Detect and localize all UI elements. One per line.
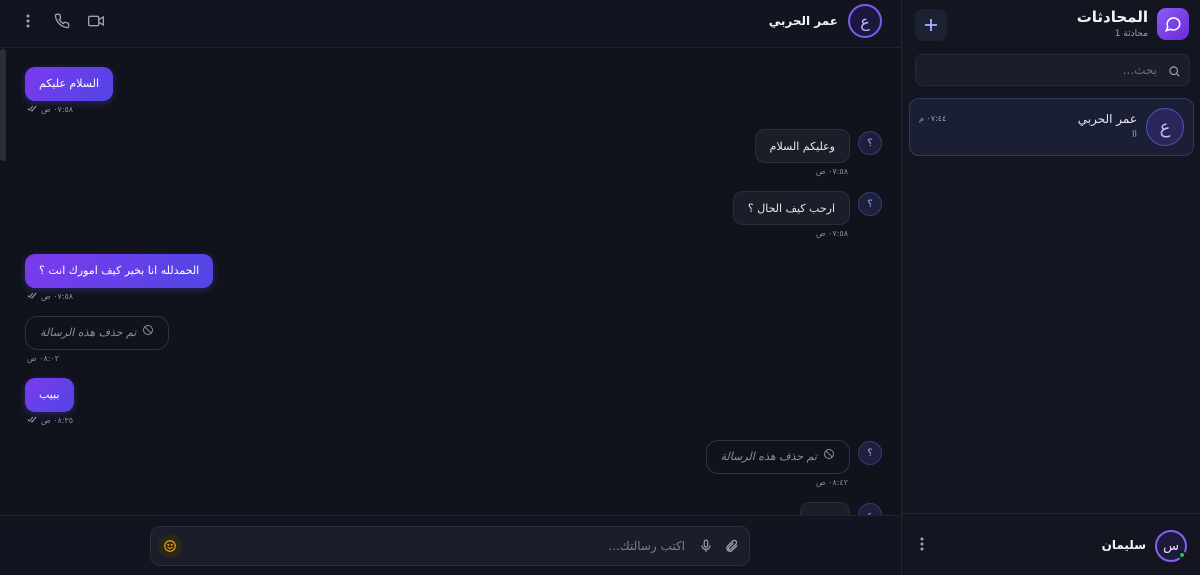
video-call-icon[interactable] (88, 12, 104, 30)
message-meta: ٠٧:٥٨ ص (27, 105, 73, 114)
search-input[interactable] (926, 55, 1157, 85)
conversation-item[interactable]: ع عمر الحربي اا ٠٧:٤٤ م (909, 98, 1194, 156)
read-receipt-icon (27, 105, 37, 114)
message-outgoing[interactable]: الحمدلله انا بخير كيف امورك انت ؟ (25, 254, 214, 288)
message-time: ٠٨:٠٢ ص (27, 354, 60, 363)
deleted-message-text: تم حذف هذه الرسالة (40, 326, 137, 339)
plus-icon (925, 19, 937, 31)
read-receipt-icon (27, 292, 37, 301)
current-user-bar: س سليمان (902, 513, 1200, 575)
message-time: ٠٧:٥٨ ص (41, 105, 74, 114)
message-time: ٠٧:٥٨ ص (815, 167, 848, 176)
sender-avatar: ؟ (858, 192, 882, 216)
message-time: ٠٨:٤٢ ص (815, 478, 848, 487)
chat-panel: ع عمر الحربي السلام عليكم ٠٧:٥٨ ص ؟ وعلي… (0, 0, 901, 575)
deleted-message[interactable]: تم حذف هذه الرسالة (705, 440, 850, 474)
conversation-count: 1 محادثة (1114, 29, 1148, 39)
conversations-sidebar: المحادثات 1 محادثة ع عمر الحربي اا ٠٧:٤٤… (901, 0, 1200, 575)
microphone-icon[interactable] (699, 538, 713, 558)
message-incoming[interactable]: ارحب كيف الحال ؟ (732, 191, 850, 225)
message-time: ٠٨:٣٥ ص (41, 416, 74, 425)
online-status-indicator (1178, 551, 1186, 559)
deleted-message-text: تم حذف هذه الرسالة (720, 450, 817, 463)
message-incoming[interactable]: وعليكم السلام (754, 129, 850, 163)
composer-bar (0, 515, 901, 575)
more-options-icon[interactable] (20, 12, 36, 30)
blocked-icon (142, 316, 154, 350)
conversation-name: عمر الحربي (1077, 112, 1137, 126)
conversation-time: ٠٧:٤٤ م (919, 114, 947, 123)
sidebar-title: المحادثات (1076, 8, 1148, 26)
search-icon (1168, 63, 1181, 82)
message-outgoing[interactable]: ببيب (25, 378, 74, 412)
message-meta: ٠٧:٥٨ ص (27, 292, 73, 301)
contact-avatar[interactable]: ع (848, 4, 882, 38)
message-incoming[interactable] (800, 502, 850, 515)
sidebar-header: المحادثات 1 محادثة (902, 0, 1200, 50)
chat-header: ع عمر الحربي (0, 0, 901, 48)
phone-call-icon[interactable] (54, 12, 70, 30)
read-receipt-icon (27, 416, 37, 425)
sender-avatar: ع (858, 503, 882, 515)
chat-header-actions (20, 12, 104, 30)
avatar: ع (1146, 108, 1184, 146)
sender-avatar: ؟ (858, 131, 882, 155)
contact-name[interactable]: عمر الحربي (769, 14, 838, 28)
message-composer (150, 526, 750, 566)
emoji-icon[interactable] (158, 534, 182, 558)
user-name: سليمان (1101, 538, 1146, 552)
blocked-icon (823, 440, 835, 474)
new-conversation-button[interactable] (915, 9, 947, 41)
message-input[interactable] (197, 527, 685, 565)
message-meta: ٠٨:٣٥ ص (27, 416, 73, 425)
sender-avatar: ؟ (858, 441, 882, 465)
chat-bubble-icon (1157, 8, 1189, 40)
message-outgoing[interactable]: السلام عليكم (25, 67, 114, 101)
conversation-last-message: اا (1131, 130, 1137, 140)
attachment-icon[interactable] (724, 538, 739, 558)
message-time: ٠٧:٥٨ ص (41, 292, 74, 301)
message-time: ٠٧:٥٨ ص (815, 229, 848, 238)
search-box (915, 54, 1190, 86)
deleted-message[interactable]: تم حذف هذه الرسالة (25, 316, 170, 350)
message-list: السلام عليكم ٠٧:٥٨ ص ؟ وعليكم السلام ٠٧:… (0, 49, 901, 515)
user-menu-icon[interactable] (920, 536, 924, 555)
